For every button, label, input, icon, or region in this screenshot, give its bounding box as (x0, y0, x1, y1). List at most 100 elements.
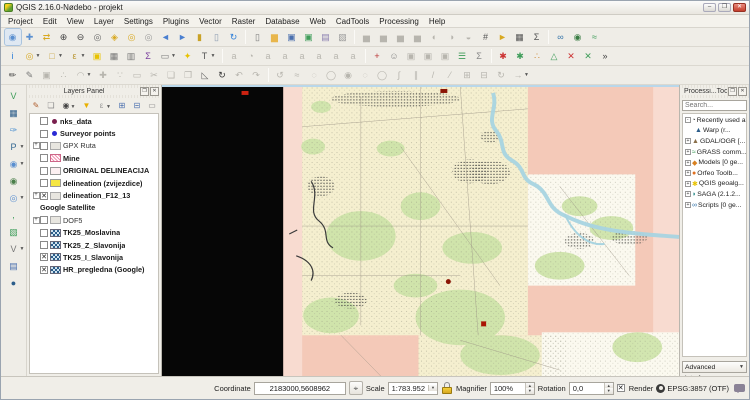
layer-row-dof5[interactable]: +DOF5 (30, 214, 158, 226)
touch-button[interactable]: ◉ (5, 29, 21, 45)
circular-string-button[interactable]: ◠▼ (73, 67, 89, 83)
processing-item-models-0-ge-[interactable]: +◆Models [0 ge... (683, 157, 746, 168)
add-wcs-layer-button[interactable]: ● (6, 275, 22, 291)
show-hide-labels-button[interactable]: a (294, 48, 310, 64)
menu-vector[interactable]: Vector (194, 15, 227, 28)
zoom-in-button[interactable]: ⊕ (56, 29, 72, 45)
dropdown-arrow-icon[interactable]: ▼ (20, 161, 26, 167)
layer-row-hr-pregledna-google-[interactable]: ✕HR_pregledna (Google) (30, 264, 158, 276)
layer-row-nks-data[interactable]: nks_data (30, 115, 158, 127)
raster-calculator-button[interactable]: ▦ (512, 29, 528, 45)
add-feature-button[interactable]: ∴ (56, 67, 72, 83)
vertex-tool-2-button[interactable]: ✱ (512, 48, 528, 64)
collapse-minus-icon[interactable]: - (685, 117, 691, 123)
add-spatialite-layer-button[interactable]: ✑ (6, 122, 22, 138)
python-console-button[interactable]: ∞ (553, 29, 569, 45)
merge-features-button[interactable]: ⊞ (459, 67, 475, 83)
expand-plus-icon[interactable]: + (685, 202, 691, 208)
layer-checkbox[interactable] (40, 130, 48, 138)
statistical-summary-button[interactable]: Σ (529, 29, 545, 45)
open-project-button[interactable]: ▆ (267, 29, 283, 45)
coordinate-input[interactable] (254, 382, 346, 395)
dropdown-arrow-icon[interactable]: ▼ (20, 144, 26, 150)
crs-status-button[interactable]: EPSG:3857 (OTF) (656, 384, 729, 393)
pan-to-selection-button[interactable]: ⇄ (39, 29, 55, 45)
render-checkbox[interactable]: ✕ (617, 384, 625, 392)
chevron-down-icon[interactable]: ▼ (429, 385, 437, 391)
new-shapefile-layer-button[interactable]: ▧ (6, 224, 22, 240)
split-parts-button[interactable]: ⁄ (442, 67, 458, 83)
messages-icon[interactable] (734, 384, 745, 392)
identify-features-button[interactable]: i (5, 48, 21, 64)
layer-row-tk25-z-slavonija[interactable]: TK25_Z_Slavonija (30, 239, 158, 251)
layer-checkbox[interactable]: ✕ (40, 192, 48, 200)
layer-row-mine[interactable]: Mine (30, 152, 158, 164)
processing-item-qgis-geoalg-[interactable]: +✱QGIS geoalg... (683, 179, 746, 190)
menu-edit[interactable]: Edit (38, 15, 62, 28)
dropdown-arrow-icon[interactable]: ▼ (171, 53, 177, 59)
interface-mode-select[interactable]: Advanced interface ▼ (682, 361, 747, 373)
add-ring-button[interactable]: ◌ (306, 67, 322, 83)
add-raster-layer-button[interactable]: ▦ (6, 105, 22, 121)
layer-row-tk25-i-slavonija[interactable]: ✕TK25_I_Slavonija (30, 251, 158, 263)
cut-features-button[interactable]: ✂ (146, 67, 162, 83)
cad-tools-button[interactable]: ◺ (197, 67, 213, 83)
rotate-map-button[interactable]: ↻ (214, 67, 230, 83)
menu-settings[interactable]: Settings (119, 15, 158, 28)
map-canvas[interactable] (162, 85, 679, 376)
add-vector-layer-button[interactable]: V (6, 88, 22, 104)
layer-row-tk25-moslavina[interactable]: TK25_Moslavina (30, 227, 158, 239)
select-by-expression-button[interactable]: ε▼ (67, 48, 83, 64)
layer-checkbox[interactable] (40, 229, 48, 237)
add-delimited-text-layer-button[interactable]: , (6, 207, 22, 223)
crosshair-tool-button[interactable]: + (369, 48, 385, 64)
add-group-button[interactable]: ❏ (45, 99, 58, 112)
undo-button[interactable]: ↶ (231, 67, 247, 83)
coordinate-capture-button[interactable]: ► (495, 29, 511, 45)
camera-plugin-1-button[interactable]: ▣ (403, 48, 419, 64)
processing-item-grass-comm-[interactable]: +≈GRASS comm... (683, 147, 746, 158)
processing-item-warp-r-[interactable]: ▲Warp (r... (683, 126, 746, 137)
layer-row-google-satellite[interactable]: Google Satellite (30, 202, 158, 214)
vertex-tool-1-button[interactable]: ✱ (495, 48, 511, 64)
reshape-features-button[interactable]: ∫ (391, 67, 407, 83)
select-features-button[interactable]: □▼ (44, 48, 60, 64)
zoom-to-selection-button[interactable]: ◎ (124, 29, 140, 45)
expand-plus-icon[interactable]: + (685, 149, 691, 155)
split-features-button[interactable]: / (425, 67, 441, 83)
expander-icon[interactable]: + (32, 217, 40, 224)
layer-checkbox[interactable] (40, 117, 48, 125)
menu-raster[interactable]: Raster (227, 15, 261, 28)
layer-row-original-delineacija[interactable]: ORIGINAL DELINEACIJA (30, 165, 158, 177)
dropdown-arrow-icon[interactable]: ▼ (211, 53, 217, 59)
expander-icon[interactable]: + (32, 192, 40, 199)
vertex-tool-3-button[interactable]: ∴ (529, 48, 545, 64)
rotation-spinner[interactable]: 0,0 ▲▼ (569, 382, 614, 395)
vertex-tool-5-button[interactable]: ✕ (563, 48, 579, 64)
spin-down-icon[interactable]: ▼ (605, 388, 613, 394)
dropdown-arrow-icon[interactable]: ▼ (106, 104, 112, 110)
expand-plus-icon[interactable]: + (685, 160, 691, 166)
close-panel-icon[interactable]: ✕ (738, 87, 747, 96)
save-map-as-image-button[interactable]: ▤ (318, 29, 334, 45)
expand-plus-icon[interactable]: + (33, 192, 40, 199)
lock-scale-icon[interactable] (441, 381, 453, 395)
increase-brightness-button[interactable]: ◐ (427, 29, 443, 45)
layer-checkbox[interactable] (40, 167, 48, 175)
deselect-all-button[interactable]: ▣ (89, 48, 105, 64)
menu-web[interactable]: Web (305, 15, 331, 28)
layer-row-delineation-zvijezdice-[interactable]: delineation (zvijezdice) (30, 177, 158, 189)
mouse-position-icon[interactable]: ⌖ (349, 381, 363, 395)
filter-legend-button[interactable]: ▼ (80, 99, 93, 112)
layer-diagram-button[interactable]: ◔ (243, 48, 259, 64)
dropdown-arrow-icon[interactable]: ▼ (20, 246, 26, 252)
move-feature-button[interactable]: ✚ (95, 67, 111, 83)
menu-layer[interactable]: Layer (89, 15, 119, 28)
layer-checkbox[interactable] (40, 154, 48, 162)
zoom-to-layer-button[interactable]: ◎ (141, 29, 157, 45)
increase-contrast-button[interactable]: ◒ (461, 29, 477, 45)
collapse-all-button[interactable]: ⊟ (131, 99, 144, 112)
expand-plus-icon[interactable]: + (685, 170, 691, 176)
menu-processing[interactable]: Processing (374, 15, 424, 28)
dropdown-arrow-icon[interactable]: ▼ (36, 53, 42, 59)
